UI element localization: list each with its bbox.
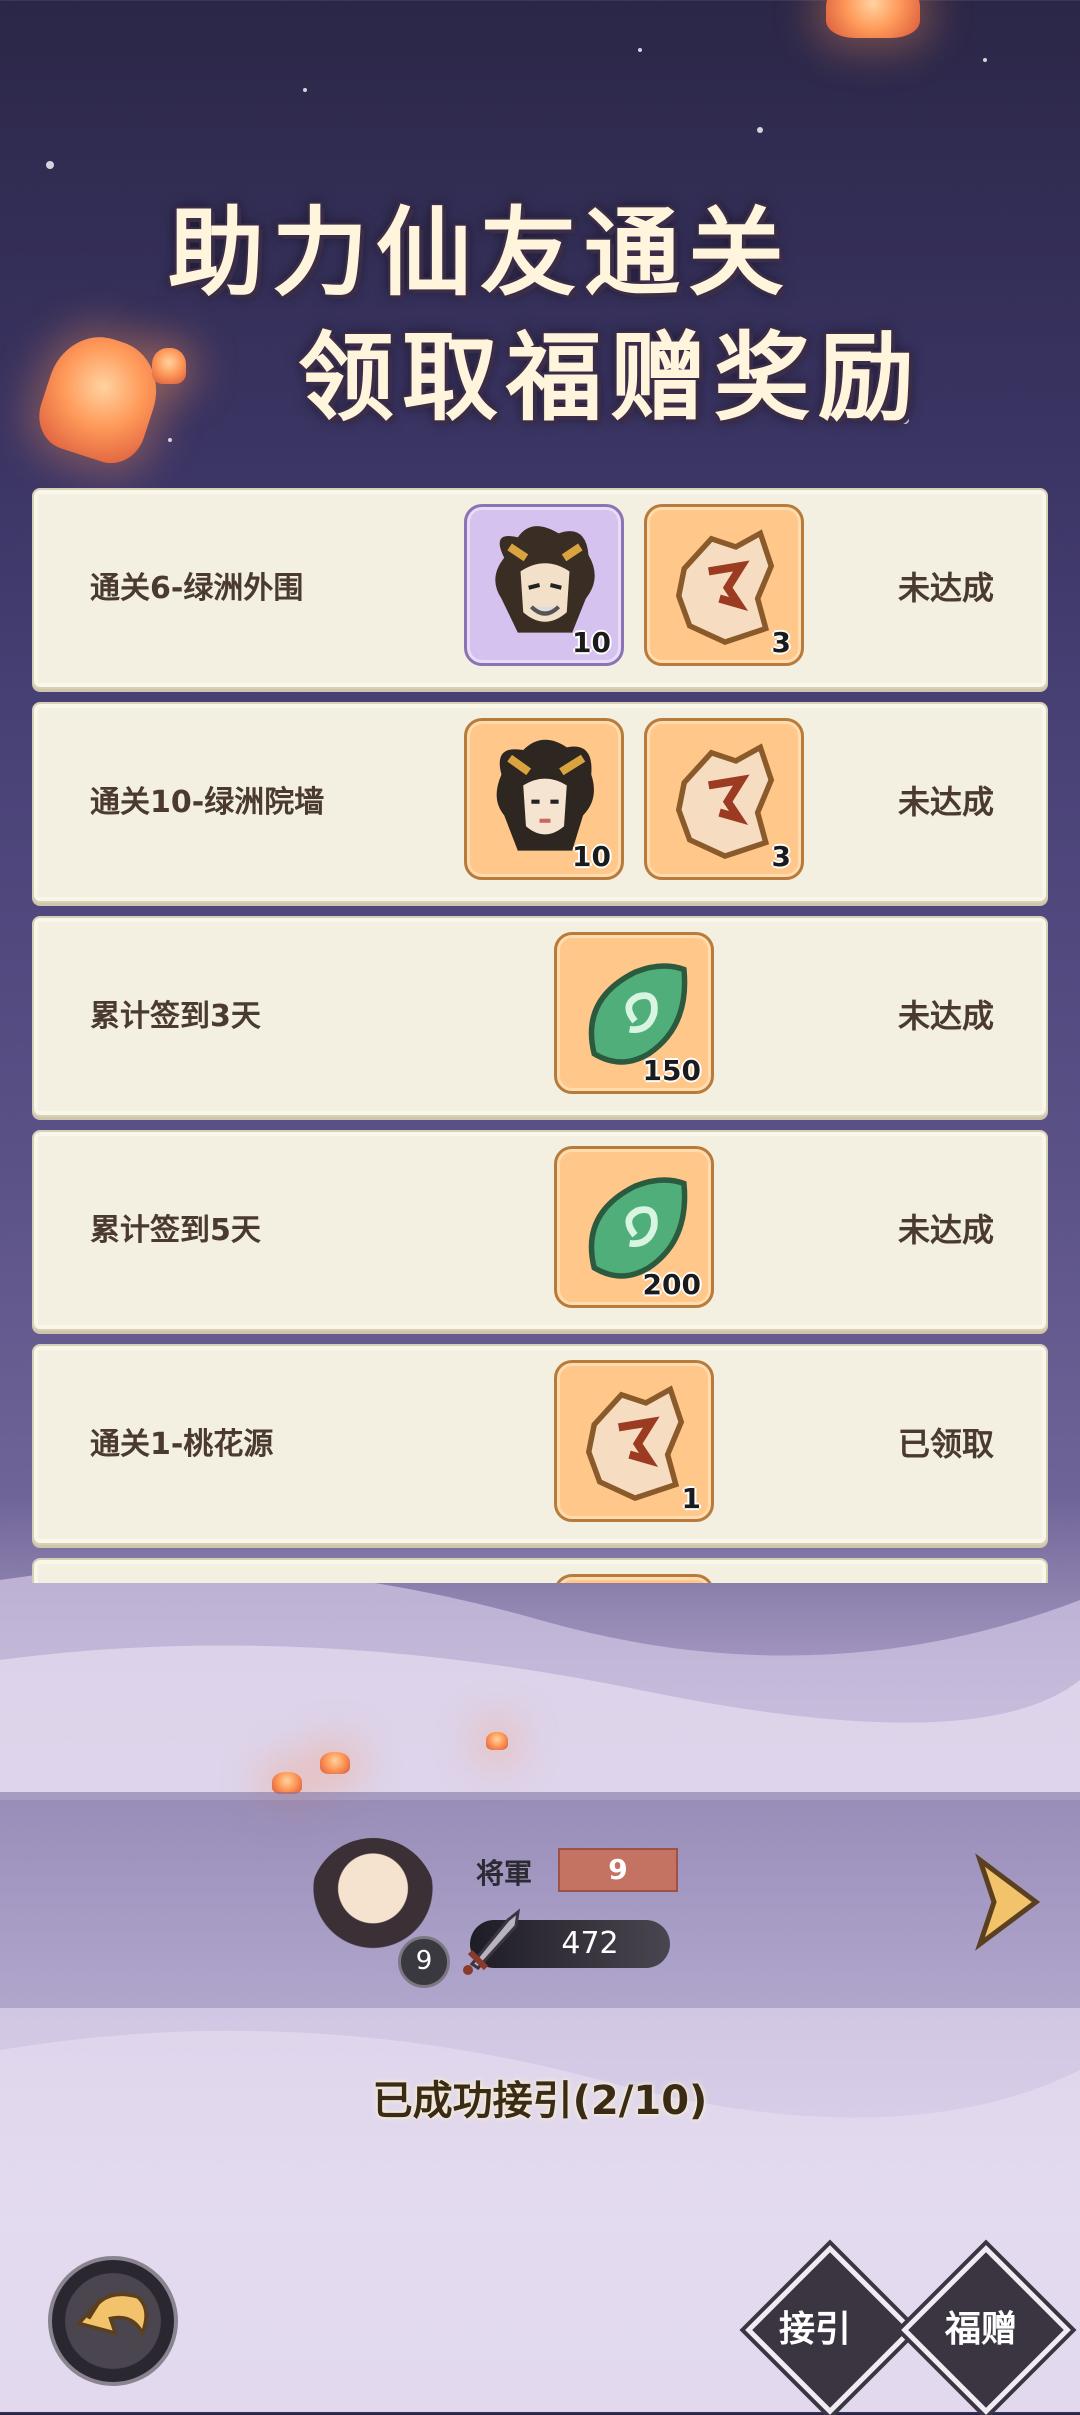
task-card: 通关1-桃花源 1 已领取 xyxy=(32,1344,1048,1545)
sky-lantern xyxy=(320,1752,350,1774)
reward-count: 10 xyxy=(572,840,611,873)
reward-item[interactable]: 3 xyxy=(644,718,804,880)
player-rank-label: 将軍 xyxy=(476,1857,533,1890)
task-label: 累计签到3天 xyxy=(90,999,261,1034)
player-rank-value: 9 xyxy=(558,1848,678,1892)
reward-item[interactable]: 3 xyxy=(644,504,804,666)
task-status: 未达成 xyxy=(897,783,994,821)
reward-item[interactable]: 1 xyxy=(554,1360,714,1522)
reward-count: 10 xyxy=(572,626,611,659)
player-avatar-level: 9 xyxy=(398,1936,450,1988)
reward-item[interactable]: 10 xyxy=(464,504,624,666)
task-card: 通关10-绿洲院墙 10 3 未达成 xyxy=(32,702,1048,903)
reward-count: 3 xyxy=(771,626,791,659)
page-title-line1: 助力仙友通关 xyxy=(168,196,792,309)
sword-icon xyxy=(463,1908,521,1975)
sky-lantern xyxy=(272,1772,302,1794)
reward-item[interactable]: 150 xyxy=(554,932,714,1094)
task-status: 未达成 xyxy=(897,997,994,1035)
page-title-line2: 领取福赠奖励 xyxy=(298,321,922,434)
sky-lantern xyxy=(826,0,920,38)
task-status: 已领取 xyxy=(897,1425,994,1463)
invited-player-bar xyxy=(0,1792,1080,2008)
task-status: 未达成 xyxy=(897,1211,994,1249)
invite-button[interactable]: 接引 xyxy=(740,2300,890,2352)
task-label: 通关1-桃花源 xyxy=(90,1427,274,1462)
task-card: 累计签到3天 150 未达成 xyxy=(32,916,1048,1117)
task-label: 累计签到5天 xyxy=(90,1213,261,1248)
reward-item[interactable]: 200 xyxy=(554,1146,714,1308)
sky-lantern xyxy=(486,1732,508,1750)
invite-progress-text: 已成功接引(2/10) xyxy=(372,2078,708,2124)
task-label: 通关6-绿洲外围 xyxy=(90,571,304,606)
reward-count: 3 xyxy=(771,840,791,873)
back-button[interactable] xyxy=(48,2256,178,2386)
task-card: 累计签到5天 200 未达成 xyxy=(32,1130,1048,1331)
task-card: 通关6-绿洲外围 10 3 未达成 xyxy=(32,488,1048,689)
reward-count: 200 xyxy=(642,1268,701,1301)
task-label: 通关10-绿洲院墙 xyxy=(90,785,325,820)
task-card-partial xyxy=(32,1558,1048,1583)
back-arrow-icon xyxy=(75,2292,148,2338)
task-status: 未达成 xyxy=(897,569,994,607)
reward-task-list[interactable]: 通关6-绿洲外围 10 3 未达成 通关10-绿洲院墙 10 3 未达成 累计签… xyxy=(32,488,1048,1583)
reward-button[interactable]: 福赠 xyxy=(906,2300,1056,2352)
reward-count: 150 xyxy=(642,1054,701,1087)
reward-item[interactable] xyxy=(554,1574,714,1583)
next-player-arrow-icon[interactable] xyxy=(966,1852,1046,1952)
reward-item[interactable]: 10 xyxy=(464,718,624,880)
reward-count: 1 xyxy=(681,1482,701,1515)
